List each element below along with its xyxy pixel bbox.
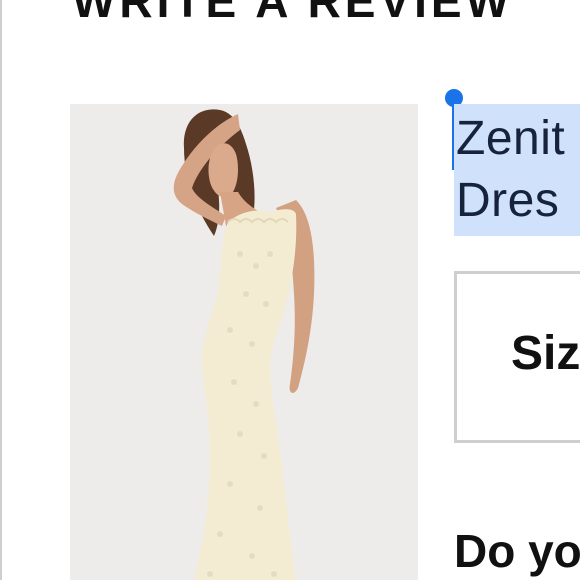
size-label: Siz <box>511 327 580 380</box>
review-page: WRITE A REVIEW Zenit Dres Siz Do yo <box>0 0 580 580</box>
review-question-label: Do yo <box>454 525 580 577</box>
page-title: WRITE A REVIEW <box>72 0 514 27</box>
product-title[interactable]: Zenit Dres <box>454 104 580 236</box>
product-image <box>70 104 418 580</box>
size-selector[interactable]: Siz <box>454 271 580 443</box>
product-title-line1: Zenit <box>456 112 566 165</box>
product-title-line2: Dres <box>456 174 560 227</box>
page-left-border <box>0 0 2 580</box>
